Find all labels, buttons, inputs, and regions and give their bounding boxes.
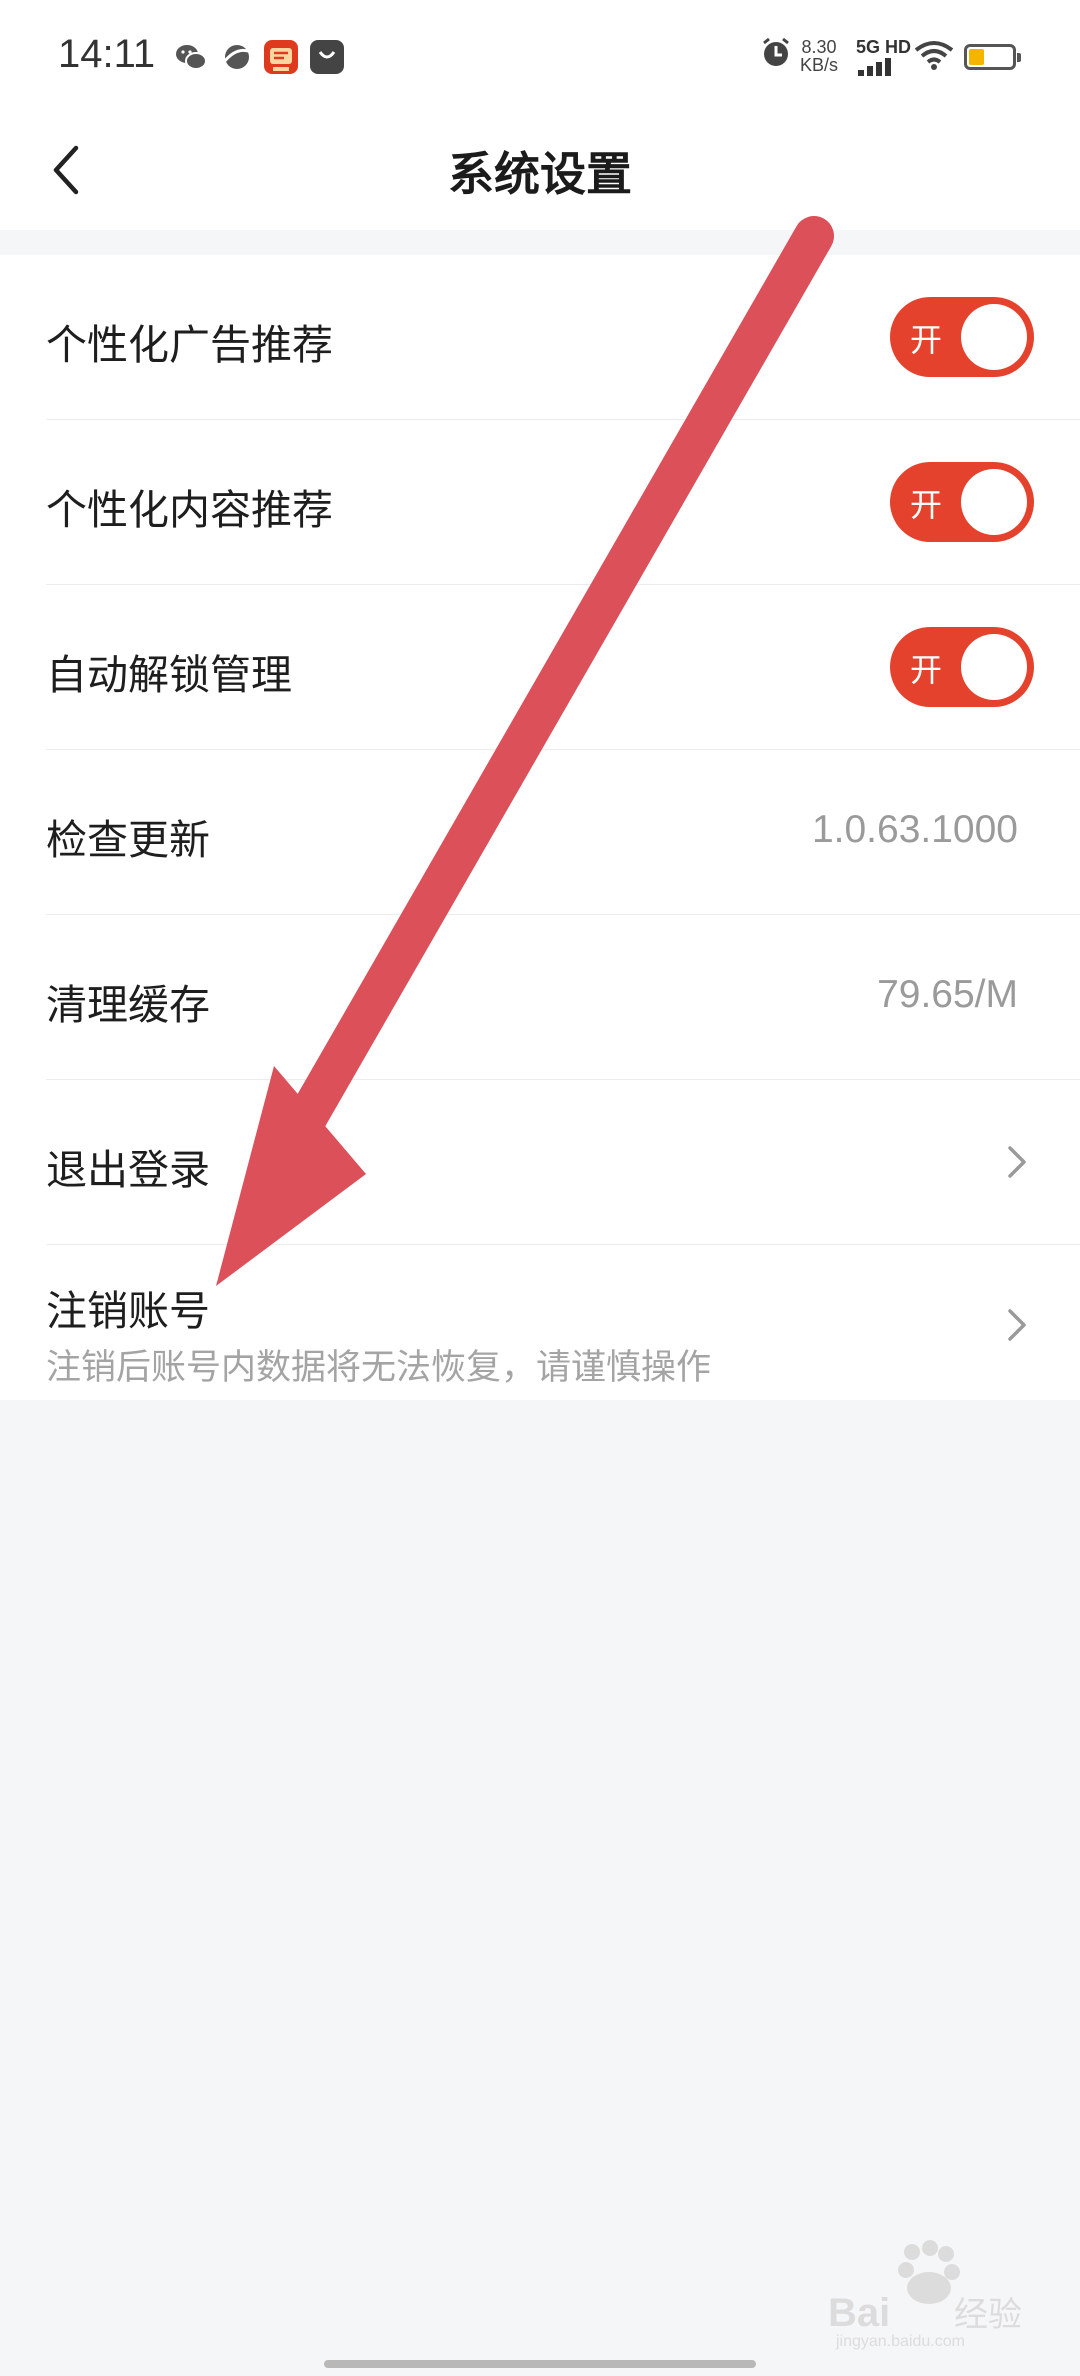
net-speed: 8.30 KB/s (800, 38, 838, 74)
battery-level (969, 49, 984, 65)
setting-row-personalized-content[interactable]: 个性化内容推荐 开 (46, 420, 1080, 585)
setting-label: 个性化内容推荐 (46, 486, 333, 534)
page-title: 系统设置 (448, 147, 632, 201)
cache-size-value: 79.65/M (877, 973, 1018, 1016)
setting-row-personalized-ads[interactable]: 个性化广告推荐 开 (46, 255, 1080, 420)
setting-row-auto-unlock[interactable]: 自动解锁管理 开 (46, 585, 1080, 750)
svg-text:经验: 经验 (954, 2295, 1022, 2335)
personalized-content-toggle[interactable]: 开 (890, 462, 1034, 542)
net-speed-value: 8.30 (801, 37, 837, 57)
toggle-state-label: 开 (910, 321, 943, 359)
baidu-logo-watermark: Bai 经验 jingyan.baidu.com (828, 2240, 1022, 2350)
setting-label: 个性化广告推荐 (46, 321, 333, 369)
home-indicator[interactable] (324, 2360, 756, 2368)
toggle-knob (961, 304, 1027, 370)
status-bar: 14:11 8.30 KB/s 5G HD (0, 0, 1080, 110)
setting-subtitle: 注销后账号内数据将无法恢复，请谨慎操作 (46, 1348, 712, 1388)
auto-unlock-toggle[interactable]: 开 (890, 627, 1034, 707)
setting-row-logout[interactable]: 退出登录 (46, 1080, 1080, 1245)
header-bar: 系统设置 (0, 110, 1080, 230)
toggle-state-label: 开 (910, 486, 943, 524)
personalized-ads-toggle[interactable]: 开 (890, 297, 1034, 377)
chevron-right-icon (1008, 1146, 1026, 1178)
toggle-state-label: 开 (910, 651, 943, 689)
toggle-knob (961, 634, 1027, 700)
alarm-icon (758, 34, 794, 74)
wifi-icon (914, 40, 954, 76)
network-indicator: 5G HD (856, 38, 911, 79)
setting-label: 清理缓存 (46, 981, 210, 1029)
setting-row-clear-cache[interactable]: 清理缓存 79.65/M (46, 915, 1080, 1080)
wechat-icon (174, 40, 208, 74)
setting-row-check-update[interactable]: 检查更新 1.0.63.1000 (46, 750, 1080, 915)
signal-icon (858, 58, 891, 76)
status-time: 14:11 (58, 32, 156, 76)
shopping-bag-icon (310, 40, 344, 74)
net-speed-unit: KB/s (800, 55, 839, 75)
browser-icon (220, 40, 254, 74)
taobao-icon (264, 40, 298, 74)
setting-label: 检查更新 (46, 816, 210, 864)
svg-text:Bai: Bai (828, 2291, 890, 2335)
setting-label: 退出登录 (46, 1146, 210, 1194)
svg-text:jingyan.baidu.com: jingyan.baidu.com (835, 2333, 965, 2350)
network-label: 5G HD (856, 37, 912, 57)
baidu-jingyan-watermark: Bai 经验 jingyan.baidu.com (826, 2240, 1046, 2350)
toggle-knob (961, 469, 1027, 535)
chevron-right-icon (1008, 1309, 1026, 1341)
setting-label: 自动解锁管理 (46, 651, 292, 699)
settings-list: 个性化广告推荐 开 个性化内容推荐 开 自动解锁管理 开 检查更新 1.0.63… (0, 255, 1080, 1400)
battery-icon (964, 44, 1021, 70)
setting-row-delete-account[interactable]: 注销账号 注销后账号内数据将无法恢复，请谨慎操作 (46, 1245, 1080, 1400)
setting-label: 注销账号 (46, 1287, 210, 1335)
version-value: 1.0.63.1000 (811, 808, 1018, 851)
